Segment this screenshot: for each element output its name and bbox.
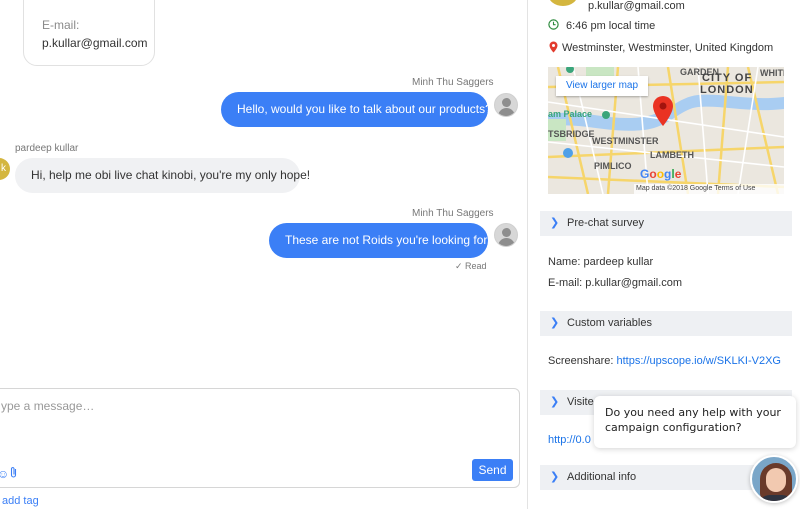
support-bot-avatar[interactable] <box>750 455 798 503</box>
visitor-avatar <box>548 0 578 6</box>
message-input-placeholder[interactable]: ype a message… <box>1 399 94 413</box>
visitor-email-card: E-mail: p.kullar@gmail.com <box>23 0 155 66</box>
map-place-label: LAMBETH <box>650 150 694 160</box>
email-value: p.kullar@gmail.com <box>585 277 683 289</box>
section-title: Custom variables <box>567 317 652 329</box>
section-title: Additional info <box>567 471 637 483</box>
add-tag-link[interactable]: add tag <box>2 495 39 507</box>
visitor-location: Westminster, Westminster, United Kingdom <box>562 42 774 54</box>
section-custom-variables[interactable]: ❯ Custom variables <box>540 311 792 336</box>
map-place-label: CITY OF <box>702 72 753 84</box>
location-map[interactable]: View larger map GARDEN CITY OF LONDON WH… <box>548 67 784 194</box>
agent-message-bubble: Hello, would you like to talk about our … <box>221 92 492 127</box>
read-receipt: ✓ Read <box>455 261 487 271</box>
name-value: pardeep kullar <box>583 256 654 268</box>
send-button[interactable]: Send <box>472 459 513 481</box>
agent-avatar <box>494 93 518 117</box>
message-sender: Minh Thu Saggers <box>412 208 494 219</box>
view-larger-map-link[interactable]: View larger map <box>556 76 648 96</box>
message-sender: pardeep kullar <box>15 143 79 154</box>
map-place-label: PIMLICO <box>594 161 632 171</box>
section-title: Pre-chat survey <box>567 217 645 229</box>
section-prechat-survey[interactable]: ❯ Pre-chat survey <box>540 211 792 236</box>
survey-name: Name: pardeep kullar <box>548 256 653 268</box>
name-label: Name: <box>548 256 581 268</box>
agent-message-bubble: These are not Roids you're looking for. <box>269 223 490 258</box>
chevron-right-icon: ❯ <box>550 471 560 483</box>
screenshare-label: Screenshare: <box>548 355 614 367</box>
map-place-label: am Palace <box>548 109 593 119</box>
visited-page-link[interactable]: http://0.0 <box>548 434 591 446</box>
email-card-label: E-mail: <box>42 18 80 32</box>
emoji-icon[interactable]: ☺ <box>0 467 9 481</box>
clock-icon <box>548 19 559 33</box>
screenshare-link[interactable]: https://upscope.io/w/SKLKI-V2XG <box>617 355 781 367</box>
section-title: Visite <box>567 396 594 408</box>
chevron-right-icon: ❯ <box>550 396 560 408</box>
google-logo: Google <box>640 167 682 181</box>
visitor-avatar: k <box>0 158 10 180</box>
map-attribution: Map data ©2018 Google Terms of Use <box>634 184 784 194</box>
email-card-value: p.kullar@gmail.com <box>42 36 148 50</box>
email-label: E-mail: <box>548 277 583 289</box>
help-tooltip[interactable]: Do you need any help with your campaign … <box>594 396 796 448</box>
chevron-right-icon: ❯ <box>550 217 560 229</box>
chat-pane: E-mail: p.kullar@gmail.com Minh Thu Sagg… <box>0 0 528 509</box>
screenshare-row: Screenshare: https://upscope.io/w/SKLKI-… <box>548 355 781 367</box>
map-place-label: WHITE <box>760 68 784 78</box>
map-place-label: WESTMINSTER <box>592 136 659 146</box>
visitor-message-bubble: Hi, help me obi live chat kinobi, you're… <box>15 158 310 193</box>
map-place-label: LONDON <box>700 84 754 96</box>
chevron-right-icon: ❯ <box>550 317 560 329</box>
paperclip-icon[interactable] <box>9 466 18 481</box>
survey-email: E-mail: p.kullar@gmail.com <box>548 277 682 289</box>
location-pin-icon <box>549 41 558 56</box>
message-composer[interactable]: ype a message… ☺ <box>0 388 520 488</box>
local-time: 6:46 pm local time <box>566 20 656 32</box>
agent-avatar <box>494 223 518 247</box>
visitor-email-top: p.kullar@gmail.com <box>588 0 685 12</box>
map-place-label: TSBRIDGE <box>548 129 595 139</box>
message-sender: Minh Thu Saggers <box>412 77 494 88</box>
